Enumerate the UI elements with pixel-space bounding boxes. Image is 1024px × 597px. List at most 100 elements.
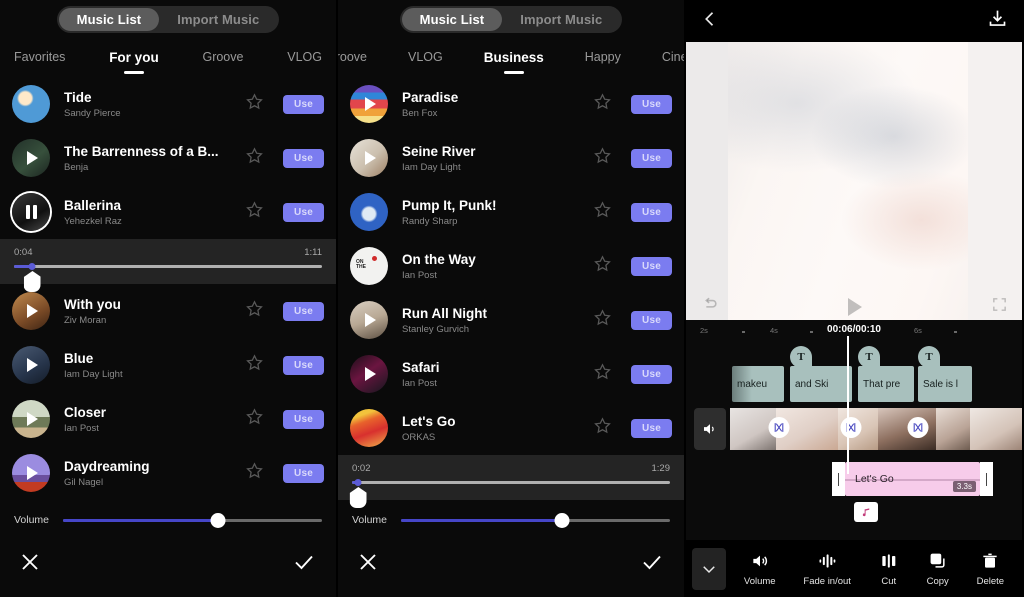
- tool-copy[interactable]: Copy: [927, 551, 949, 587]
- download-icon[interactable]: [987, 8, 1008, 34]
- track-row[interactable]: Blue Iam Day Light Use: [0, 338, 336, 392]
- album-art[interactable]: [350, 139, 388, 177]
- track-row[interactable]: Ballerina Yehezkel Raz Use: [0, 185, 336, 239]
- video-thumbnail[interactable]: [970, 408, 1022, 450]
- use-button[interactable]: Use: [631, 202, 672, 222]
- favorite-star-icon[interactable]: [245, 92, 265, 116]
- chevron-down-icon[interactable]: [692, 547, 726, 590]
- use-button[interactable]: Use: [283, 463, 324, 483]
- favorite-star-icon[interactable]: [245, 146, 265, 170]
- tool-volume[interactable]: Volume: [744, 551, 776, 587]
- audio-trim-handle-left[interactable]: [832, 462, 845, 496]
- album-art[interactable]: [12, 454, 50, 492]
- volume-slider[interactable]: [63, 512, 322, 528]
- transition-icon[interactable]: [840, 417, 862, 438]
- category-vlog[interactable]: VLOG: [285, 50, 324, 64]
- favorite-star-icon[interactable]: [593, 308, 613, 332]
- use-button[interactable]: Use: [283, 301, 324, 321]
- category-groove[interactable]: Groove: [200, 50, 245, 64]
- category-vlog[interactable]: VLOG: [406, 50, 445, 64]
- favorite-star-icon[interactable]: [593, 362, 613, 386]
- tool-delete[interactable]: Delete: [977, 551, 1004, 587]
- album-art[interactable]: [12, 85, 50, 123]
- check-icon[interactable]: [640, 550, 666, 576]
- album-art[interactable]: [12, 292, 50, 330]
- text-clip[interactable]: That pre: [858, 366, 914, 402]
- favorite-star-icon[interactable]: [245, 353, 265, 377]
- track-row[interactable]: ON THE On the Way Ian Post Use: [338, 239, 684, 293]
- use-button[interactable]: Use: [631, 94, 672, 114]
- track-row[interactable]: Let's Go ORKAS Use: [338, 401, 684, 455]
- transition-icon[interactable]: [907, 417, 929, 438]
- track-row[interactable]: Run All Night Stanley Gurvich Use: [338, 293, 684, 347]
- track-row[interactable]: Pump It, Punk! Randy Sharp Use: [338, 185, 684, 239]
- favorite-star-icon[interactable]: [593, 92, 613, 116]
- favorite-star-icon[interactable]: [245, 461, 265, 485]
- volume-slider[interactable]: [401, 512, 670, 528]
- use-button[interactable]: Use: [283, 202, 324, 222]
- timeline[interactable]: 2s 4s 00:06/00:10 6s makeu T and Ski T T…: [686, 320, 1022, 597]
- favorite-star-icon[interactable]: [593, 254, 613, 278]
- video-preview[interactable]: [686, 42, 1022, 320]
- check-icon[interactable]: [292, 550, 318, 576]
- progress-drag-handle[interactable]: [349, 487, 367, 508]
- use-button[interactable]: Use: [631, 418, 672, 438]
- audio-trim-handle-right[interactable]: [980, 462, 993, 496]
- text-track[interactable]: makeu T and Ski T That pre T Sale is l: [686, 346, 1022, 404]
- video-track[interactable]: [686, 406, 1022, 452]
- tool-fade[interactable]: Fade in/out: [803, 551, 851, 587]
- use-button[interactable]: Use: [283, 409, 324, 429]
- album-art[interactable]: [350, 301, 388, 339]
- track-row[interactable]: Safari Ian Post Use: [338, 347, 684, 401]
- tab-music-list[interactable]: Music List: [401, 8, 503, 31]
- track-row[interactable]: Daydreaming Gil Nagel Use: [0, 446, 336, 500]
- use-button[interactable]: Use: [631, 256, 672, 276]
- use-button[interactable]: Use: [283, 94, 324, 114]
- use-button[interactable]: Use: [283, 148, 324, 168]
- track-row[interactable]: Closer Ian Post Use: [0, 392, 336, 446]
- category-cinematic[interactable]: Cinem: [660, 50, 684, 64]
- volume-slider-knob[interactable]: [210, 512, 226, 528]
- undo-icon[interactable]: [700, 295, 719, 319]
- tab-import-music[interactable]: Import Music: [159, 8, 277, 31]
- track-row[interactable]: Paradise Ben Fox Use: [338, 77, 684, 131]
- playhead[interactable]: [847, 336, 849, 474]
- close-icon[interactable]: [18, 550, 44, 576]
- favorite-star-icon[interactable]: [593, 146, 613, 170]
- album-art[interactable]: [12, 400, 50, 438]
- category-groove[interactable]: Groove: [338, 50, 369, 64]
- tool-cut[interactable]: Cut: [879, 551, 899, 587]
- use-button[interactable]: Use: [283, 355, 324, 375]
- text-clip[interactable]: Sale is l: [918, 366, 972, 402]
- audio-clip[interactable]: Let's Go 3.3s: [845, 462, 980, 496]
- album-art[interactable]: [12, 193, 50, 231]
- favorite-star-icon[interactable]: [245, 299, 265, 323]
- category-happy[interactable]: Happy: [583, 50, 623, 64]
- tab-import-music[interactable]: Import Music: [502, 8, 620, 31]
- album-art[interactable]: ON THE: [350, 247, 388, 285]
- favorite-star-icon[interactable]: [245, 200, 265, 224]
- album-art[interactable]: [350, 409, 388, 447]
- tab-music-list[interactable]: Music List: [58, 8, 160, 31]
- use-button[interactable]: Use: [631, 364, 672, 384]
- album-art[interactable]: [12, 139, 50, 177]
- album-art[interactable]: [350, 355, 388, 393]
- track-row[interactable]: With you Ziv Moran Use: [0, 284, 336, 338]
- favorite-star-icon[interactable]: [593, 200, 613, 224]
- favorite-star-icon[interactable]: [593, 416, 613, 440]
- fullscreen-icon[interactable]: [991, 296, 1008, 318]
- album-art[interactable]: [350, 193, 388, 231]
- album-art[interactable]: [350, 85, 388, 123]
- back-chevron-icon[interactable]: [700, 9, 720, 34]
- play-icon[interactable]: [848, 298, 862, 316]
- audio-track[interactable]: Let's Go 3.3s: [686, 462, 1022, 522]
- category-for-you[interactable]: For you: [107, 50, 161, 65]
- track-row[interactable]: Tide Sandy Pierce Use: [0, 77, 336, 131]
- music-note-icon[interactable]: [854, 502, 878, 522]
- close-icon[interactable]: [356, 550, 382, 576]
- progress-slider[interactable]: [14, 263, 322, 292]
- timeline-ruler[interactable]: 2s 4s 00:06/00:10 6s: [686, 320, 1022, 342]
- track-row[interactable]: Seine River Iam Day Light Use: [338, 131, 684, 185]
- progress-slider[interactable]: [349, 479, 670, 508]
- transition-icon[interactable]: [768, 417, 790, 438]
